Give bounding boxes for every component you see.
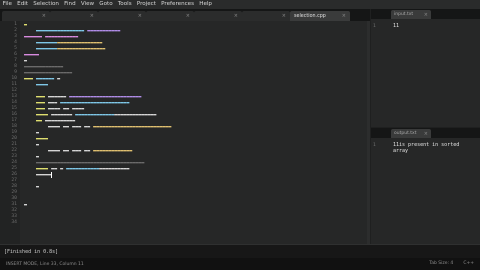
input-text: 11 <box>393 23 400 29</box>
menu-help[interactable]: Help <box>197 0 215 9</box>
line-number: 27 <box>11 178 17 183</box>
code-line: ▬▬▬▬ ▬▬ ▬▬▬ ▬▬ ▬▬▬▬▬▬▬▬▬▬▬▬▬▬▬▬▬▬▬▬▬▬▬▬▬… <box>48 124 172 130</box>
menu-bar: File Edit Selection Find View Goto Tools… <box>0 0 480 9</box>
line-number: 31 <box>11 202 17 207</box>
line-number: 32 <box>11 208 17 213</box>
close-icon[interactable]: × <box>138 13 142 19</box>
build-result-text: [Finished in 0.8s] <box>4 249 59 255</box>
line-number: 9 <box>14 70 17 75</box>
menu-find[interactable]: Find <box>62 0 79 9</box>
close-icon[interactable]: × <box>42 13 46 19</box>
menu-project[interactable]: Project <box>134 0 158 9</box>
line-number-gutter: 1 2 3 4 5 6 7 8 9 10 11 12 13 14 15 16 1… <box>0 21 20 244</box>
tab-label: input.txt <box>394 12 414 17</box>
tab-input-txt[interactable]: input.txt × <box>391 10 431 19</box>
close-icon[interactable]: × <box>186 13 190 19</box>
line-number: 10 <box>11 76 17 81</box>
tab-output-txt[interactable]: output.txt × <box>391 129 431 138</box>
line-number: 1 <box>373 24 376 29</box>
tab-label: selection.cpp <box>294 13 326 19</box>
menu-goto[interactable]: Goto <box>97 0 116 9</box>
line-number: 16 <box>11 112 17 117</box>
line-number: 1 <box>14 22 17 27</box>
output-pane[interactable]: output.txt × 1 11is present in sorted ar… <box>371 128 480 244</box>
menu-view[interactable]: View <box>78 0 96 9</box>
menu-file[interactable]: File <box>0 0 15 9</box>
tab-file-4[interactable]: × <box>146 11 194 21</box>
close-icon[interactable]: × <box>282 13 286 19</box>
status-right-group: Tab Size: 4 C++ <box>429 261 474 266</box>
tab-file-5[interactable]: × <box>194 11 242 21</box>
text-cursor <box>51 172 53 178</box>
line-number: 3 <box>14 34 17 39</box>
close-icon[interactable]: × <box>342 13 346 19</box>
line-number: 15 <box>11 106 17 111</box>
code-line: ▬▬▬▬ ▬▬ ▬▬▬ ▬▬ ▬▬▬▬▬▬▬▬▬▬▬▬▬ <box>48 148 133 154</box>
close-icon[interactable]: × <box>90 13 94 19</box>
line-number: 4 <box>14 40 17 45</box>
tab-file-2[interactable]: × <box>50 11 98 21</box>
line-number: 23 <box>11 154 17 159</box>
line-number: 18 <box>11 124 17 129</box>
line-number: 21 <box>11 142 17 147</box>
line-number: 22 <box>11 148 17 153</box>
input-pane[interactable]: input.txt × 1 11 <box>371 9 480 127</box>
line-number: 8 <box>14 64 17 69</box>
code-line: ▬ <box>24 202 28 208</box>
code-line: ▬ <box>36 184 40 190</box>
tab-file-3[interactable]: × <box>98 11 146 21</box>
line-number: 19 <box>11 130 17 135</box>
line-number: 14 <box>11 100 17 105</box>
tab-file-1[interactable]: × <box>2 11 50 21</box>
status-position: INSERT MODE, Line 33, Column 11 <box>6 261 84 267</box>
build-output-panel: [Finished in 0.8s] <box>0 244 480 259</box>
line-number: 34 <box>11 220 17 225</box>
code-line: ▬▬▬▬▬ <box>36 172 53 178</box>
line-number: 17 <box>11 118 17 123</box>
tab-size-indicator[interactable]: Tab Size: 4 <box>429 261 453 266</box>
line-number: 1 <box>373 143 376 148</box>
code-line: ▬ <box>24 22 28 28</box>
line-number: 5 <box>14 46 17 51</box>
output-text-line-2: array <box>393 148 409 154</box>
code-line: ▬▬▬▬▬▬▬▬▬▬▬▬▬▬▬▬▬▬▬▬▬▬▬ <box>36 46 106 52</box>
close-icon[interactable]: × <box>424 12 428 18</box>
menu-preferences[interactable]: Preferences <box>159 0 197 9</box>
editor-tab-bar: × × × × × × selection.cpp × <box>0 9 370 21</box>
menu-tools[interactable]: Tools <box>115 0 134 9</box>
code-line: ▬ <box>36 142 40 148</box>
line-number: 20 <box>11 136 17 141</box>
line-number: 12 <box>11 88 17 93</box>
output-pane-tab-bar: output.txt × <box>371 128 480 138</box>
close-icon[interactable]: × <box>424 131 428 137</box>
line-number: 2 <box>14 28 17 33</box>
syntax-indicator[interactable]: C++ <box>463 261 474 266</box>
tab-label: output.txt <box>394 131 417 136</box>
status-bar: INSERT MODE, Line 33, Column 11 Tab Size… <box>0 258 480 270</box>
line-number: 11 <box>11 82 17 87</box>
sublime-text-window: File Edit Selection Find View Goto Tools… <box>0 0 480 270</box>
input-pane-tab-bar: input.txt × <box>371 9 480 19</box>
line-number: 6 <box>14 52 17 57</box>
line-number: 25 <box>11 166 17 171</box>
tab-file-6[interactable]: × <box>242 11 290 21</box>
code-line: ▬▬▬▬ <box>36 82 49 88</box>
line-number: 13 <box>11 94 17 99</box>
line-number: 24 <box>11 160 17 165</box>
line-number: 28 <box>11 184 17 189</box>
line-number: 33 <box>11 214 17 219</box>
editor-scrollbar[interactable] <box>367 21 370 244</box>
close-icon[interactable]: × <box>234 13 238 19</box>
line-number: 29 <box>11 190 17 195</box>
line-number: 7 <box>14 58 17 63</box>
tab-selection-cpp[interactable]: selection.cpp × <box>290 11 350 21</box>
menu-selection[interactable]: Selection <box>31 0 62 9</box>
line-number: 26 <box>11 172 17 177</box>
line-number: 30 <box>11 196 17 201</box>
menu-edit[interactable]: Edit <box>15 0 31 9</box>
code-editor[interactable]: 1 2 3 4 5 6 7 8 9 10 11 12 13 14 15 16 1… <box>0 21 370 244</box>
